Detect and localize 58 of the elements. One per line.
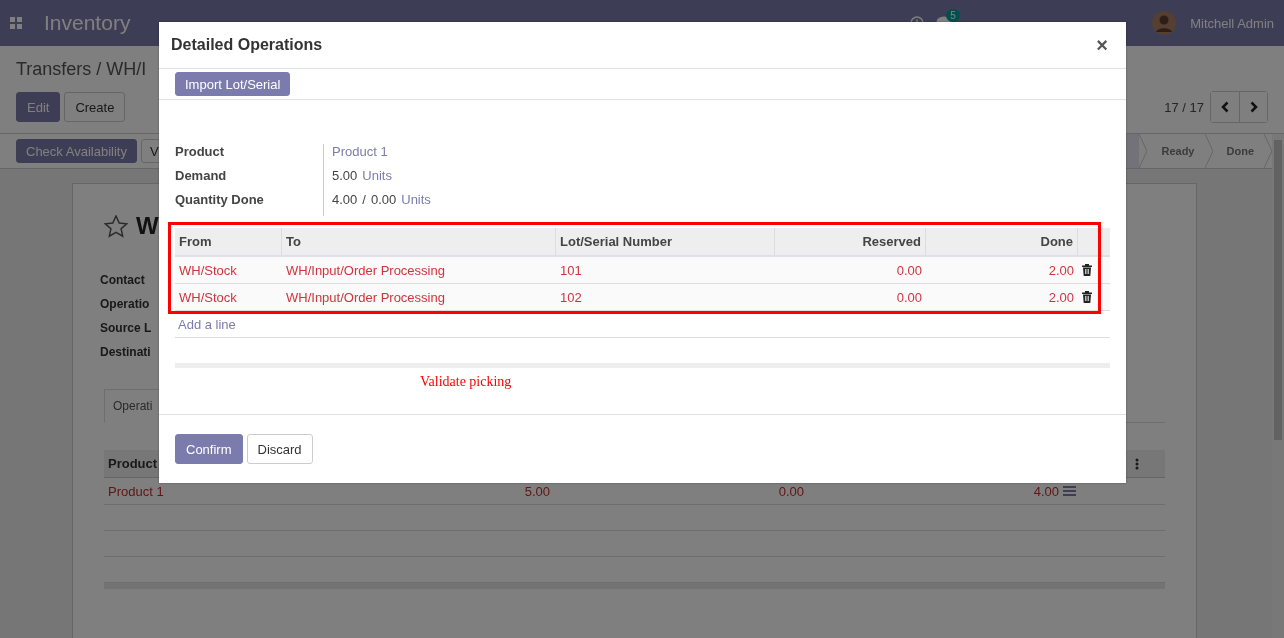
kebab-menu-icon[interactable]	[1135, 457, 1139, 470]
field-link[interactable]: Units	[362, 168, 392, 192]
annotation-text: Validate picking	[420, 374, 513, 390]
action-button[interactable]: Create	[64, 92, 126, 122]
trash-icon[interactable]	[1082, 264, 1092, 276]
status-action-button[interactable]: Check Availability	[16, 139, 137, 163]
notification-badge: 5	[946, 9, 960, 22]
field-value: /	[362, 192, 366, 209]
field-value: 5.00	[332, 168, 358, 185]
apps-menu-icon[interactable]	[10, 17, 22, 29]
import-button[interactable]: Import Lot/Serial	[175, 72, 291, 96]
table-cell-text: 2.00	[1047, 262, 1075, 278]
add-line-link[interactable]: Add a line	[178, 316, 236, 332]
table-cell-text: WH/Stock	[178, 289, 238, 305]
table-cell-text: 5.00	[523, 483, 551, 499]
chevron-left-icon	[1221, 101, 1229, 113]
table-cell-text: WH/Input/Order Processing	[285, 289, 446, 305]
list-icon[interactable]	[1063, 486, 1076, 496]
field-label: Operatio	[100, 296, 150, 313]
trash-icon[interactable]	[1082, 291, 1092, 303]
field-label: Contact	[100, 272, 145, 289]
table-cell-text: 101	[559, 262, 583, 278]
table-cell-text: WH/Stock	[178, 262, 238, 278]
table-cell-text: 2.00	[1047, 289, 1075, 305]
table-cell-text: 0.00	[895, 262, 923, 278]
notebook-tab[interactable]: Operati	[104, 389, 162, 423]
field-label: Quantity Done	[175, 192, 265, 209]
table-cell-text: 102	[559, 289, 583, 305]
pager-counter: 17 / 17	[1164, 99, 1204, 115]
next-button[interactable]	[1239, 92, 1267, 122]
column-header[interactable]: Lot/Serial Number	[556, 228, 775, 255]
app-title: Inventory	[44, 11, 131, 35]
star-icon[interactable]	[104, 214, 128, 238]
field-link[interactable]: Product 1	[332, 144, 388, 168]
column-header[interactable]: Done	[926, 228, 1078, 255]
field-value: 0.00	[370, 192, 397, 209]
user-menu[interactable]: Mitchell Admin	[1190, 15, 1274, 31]
field-label: Demand	[175, 168, 228, 185]
table-cell-text: 0.00	[777, 483, 805, 499]
close-button[interactable]: ×	[1090, 33, 1114, 57]
field-label: Product	[175, 144, 226, 161]
chevron-right-icon	[1249, 101, 1258, 113]
table-cell-text: 0.00	[895, 289, 923, 305]
field-label: Destinati	[100, 344, 151, 361]
dialog-button[interactable]: Discard	[246, 434, 313, 464]
column-header[interactable]: Reserved	[775, 228, 926, 255]
table-cell-text: Product 1	[107, 483, 165, 499]
field-value: 4.00	[332, 192, 358, 209]
column-header[interactable]: From	[175, 228, 282, 255]
column-header[interactable]: To	[282, 228, 556, 255]
field-link[interactable]: Units	[401, 192, 431, 216]
record-title: W	[136, 212, 159, 240]
dialog-title: Detailed Operations	[171, 36, 323, 54]
table-cell-text: 4.00	[1032, 483, 1060, 499]
field-label: Source L	[100, 320, 152, 337]
action-button[interactable]: Edit	[16, 92, 61, 122]
table-cell-text: WH/Input/Order Processing	[285, 262, 446, 278]
dialog-button[interactable]: Confirm	[175, 434, 243, 464]
